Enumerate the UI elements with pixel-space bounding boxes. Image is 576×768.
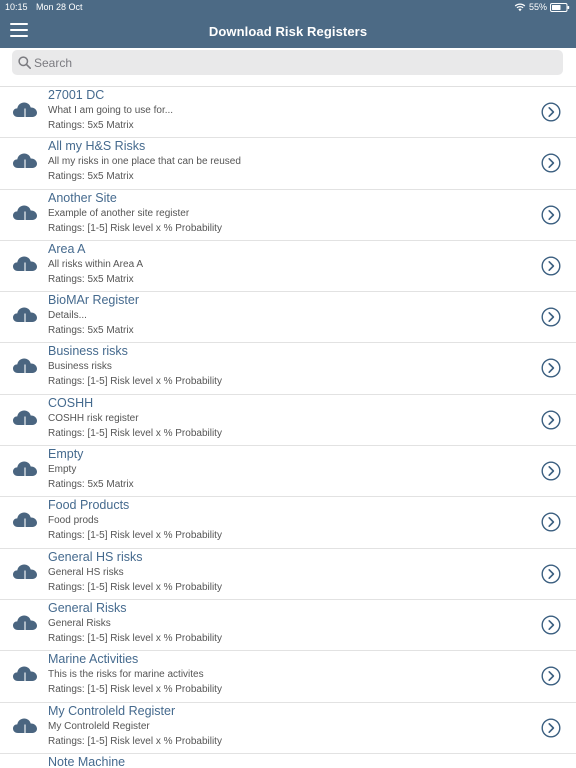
page-title: Download Risk Registers <box>208 24 368 39</box>
register-title: General HS risks <box>48 549 143 564</box>
chevron-circle-right-icon[interactable] <box>541 205 561 225</box>
register-description: General Risks <box>48 617 111 629</box>
register-rating: Ratings: [1-5] Risk level x % Probabilit… <box>48 735 222 747</box>
register-rating: Ratings: [1-5] Risk level x % Probabilit… <box>48 427 222 439</box>
list-item[interactable]: 27001 DC What I am going to use for... Rat… <box>0 87 576 139</box>
list-item[interactable]: Note Machine <box>0 754 576 768</box>
chevron-circle-right-icon[interactable] <box>541 307 561 327</box>
register-description: This is the risks for marine activites <box>48 669 204 681</box>
register-rating: Ratings: [1-5] Risk level x % Probabilit… <box>48 530 222 542</box>
register-description: All my risks in one place that can be re… <box>48 156 241 168</box>
list-item[interactable]: Marine Activities This is the risks for m… <box>0 651 576 703</box>
register-rating: Ratings: [1-5] Risk level x % Probabilit… <box>48 684 222 696</box>
battery-icon <box>550 2 570 12</box>
register-rating: Ratings: 5x5 Matrix <box>48 479 134 491</box>
cloud-download-icon[interactable] <box>12 511 38 533</box>
cloud-download-icon[interactable] <box>12 306 38 328</box>
list-item[interactable]: All my H&S Risks All my risks in one plac… <box>0 138 576 190</box>
status-date: Mon 28 Oct <box>36 2 83 12</box>
register-rating: Ratings: [1-5] Risk level x % Probabilit… <box>48 581 222 593</box>
register-description: What I am going to use for... <box>48 105 174 116</box>
chevron-circle-right-icon[interactable] <box>541 512 561 532</box>
register-title: My Controleld Register <box>48 703 176 718</box>
list-item[interactable]: COSHH COSHH risk register Ratings: [1-5] R… <box>0 395 576 447</box>
cloud-download-icon[interactable] <box>12 409 38 431</box>
register-description: Example of another site register <box>48 207 190 219</box>
register-description: Empty <box>48 464 77 476</box>
register-rating: Ratings: 5x5 Matrix <box>48 171 134 183</box>
status-bar: 10:15 Mon 28 Oct 55% <box>0 0 576 14</box>
cloud-download-icon[interactable] <box>12 357 38 379</box>
list-item[interactable]: Area A All risks within Area A Ratings: 5x… <box>0 241 576 293</box>
register-description: General HS risks <box>48 566 124 578</box>
battery-percent: 55% <box>528 2 547 12</box>
register-title: Food Products <box>48 498 130 513</box>
list-item[interactable]: BioMAr Register Details... Ratings: 5x5 Ma… <box>0 292 576 344</box>
register-title: General Risks <box>48 600 127 615</box>
list-item[interactable]: Empty Empty Ratings: 5x5 Matrix <box>0 446 576 498</box>
cloud-download-icon[interactable] <box>12 614 38 636</box>
search-input[interactable] <box>34 53 534 72</box>
register-rating: Ratings: [1-5] Risk level x % Probabilit… <box>48 222 222 234</box>
register-description: Food prods <box>48 515 99 527</box>
chevron-circle-right-icon[interactable] <box>541 102 561 122</box>
list-item[interactable]: Business risks Business risks Ratings: [1-… <box>0 343 576 395</box>
register-rating: Ratings: 5x5 Matrix <box>48 273 134 285</box>
register-description: Details... <box>48 310 87 322</box>
cloud-download-icon[interactable] <box>12 101 38 123</box>
navigation-bar: Download Risk Registers <box>0 14 576 48</box>
status-indicators: 55% <box>514 2 570 12</box>
chevron-circle-right-icon[interactable] <box>541 718 561 738</box>
list-item[interactable]: Another Site Example of another site regi… <box>0 190 576 241</box>
cloud-download-icon[interactable] <box>12 717 38 739</box>
cloud-download-icon[interactable] <box>12 255 38 277</box>
chevron-circle-right-icon[interactable] <box>541 256 561 276</box>
register-title: Area A <box>48 241 86 256</box>
chevron-circle-right-icon[interactable] <box>541 615 561 635</box>
search-bar[interactable] <box>12 50 563 75</box>
chevron-circle-right-icon[interactable] <box>541 358 561 378</box>
cloud-download-icon[interactable] <box>12 665 38 687</box>
chevron-circle-right-icon[interactable] <box>541 461 561 481</box>
register-rating: Ratings: [1-5] Risk level x % Probabilit… <box>48 632 222 644</box>
register-title: COSHH <box>48 395 94 410</box>
register-title: 27001 DC <box>48 88 105 102</box>
list-item[interactable]: General HS risks General HS risks Ratings:… <box>0 549 576 600</box>
register-description: My Controleld Register <box>48 720 150 732</box>
wifi-icon <box>514 3 526 12</box>
register-description: Business risks <box>48 361 112 373</box>
register-title: Business risks <box>48 344 128 359</box>
cloud-download-icon[interactable] <box>12 152 38 174</box>
cloud-download-icon[interactable] <box>12 460 38 482</box>
register-title: All my H&S Risks <box>48 139 146 154</box>
chevron-circle-right-icon[interactable] <box>541 153 561 173</box>
list-item[interactable]: Food Products Food prods Ratings: [1-5] Ri… <box>0 497 576 549</box>
search-area <box>0 48 576 86</box>
register-title: Empty <box>48 447 84 462</box>
cloud-download-icon[interactable] <box>12 204 38 226</box>
search-icon <box>18 56 31 69</box>
register-title: Marine Activities <box>48 652 139 667</box>
register-title: Note Machine <box>48 754 126 768</box>
status-time: 10:15 <box>5 2 28 12</box>
register-title: Another Site <box>48 190 117 205</box>
register-description: All risks within Area A <box>48 258 144 270</box>
chevron-circle-right-icon[interactable] <box>541 564 561 584</box>
list-item[interactable]: General Risks General Risks Ratings: [1-5]… <box>0 600 576 652</box>
register-rating: Ratings: 5x5 Matrix <box>48 120 134 131</box>
register-rating: Ratings: [1-5] Risk level x % Probabilit… <box>48 376 222 388</box>
list-item[interactable]: My Controleld Register My Controleld Regi… <box>0 703 576 754</box>
register-title: BioMAr Register <box>48 293 139 308</box>
chevron-circle-right-icon[interactable] <box>541 410 561 430</box>
chevron-circle-right-icon[interactable] <box>541 666 561 686</box>
risk-register-list: 27001 DC What I am going to use for... Rat… <box>0 86 576 768</box>
register-rating: Ratings: 5x5 Matrix <box>48 325 134 337</box>
register-description: COSHH risk register <box>48 412 139 424</box>
cloud-download-icon[interactable] <box>12 563 38 585</box>
